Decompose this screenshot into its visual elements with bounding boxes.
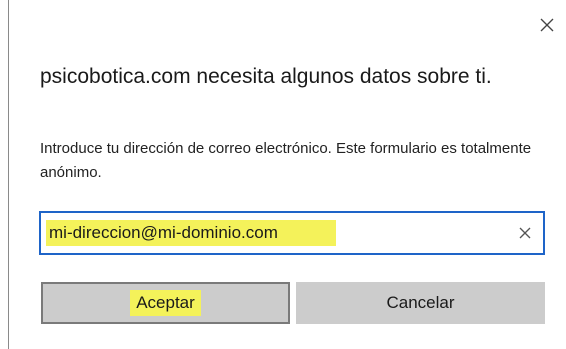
dialog-left-border xyxy=(8,0,9,349)
close-button[interactable] xyxy=(536,14,558,36)
email-field-container xyxy=(39,211,545,255)
dialog-title: psicobotica.com necesita algunos datos s… xyxy=(40,65,492,88)
credential-dialog: psicobotica.com necesita algunos datos s… xyxy=(0,0,566,349)
accept-button[interactable]: Aceptar xyxy=(41,282,290,324)
cancel-button-label: Cancelar xyxy=(386,293,455,312)
accept-button-label: Aceptar xyxy=(130,290,201,316)
clear-icon xyxy=(519,227,531,239)
cancel-button[interactable]: Cancelar xyxy=(296,282,545,324)
clear-input-button[interactable] xyxy=(517,225,533,241)
close-icon xyxy=(540,18,554,32)
email-input[interactable] xyxy=(41,213,501,253)
dialog-description: Introduce tu dirección de correo electró… xyxy=(40,140,532,181)
